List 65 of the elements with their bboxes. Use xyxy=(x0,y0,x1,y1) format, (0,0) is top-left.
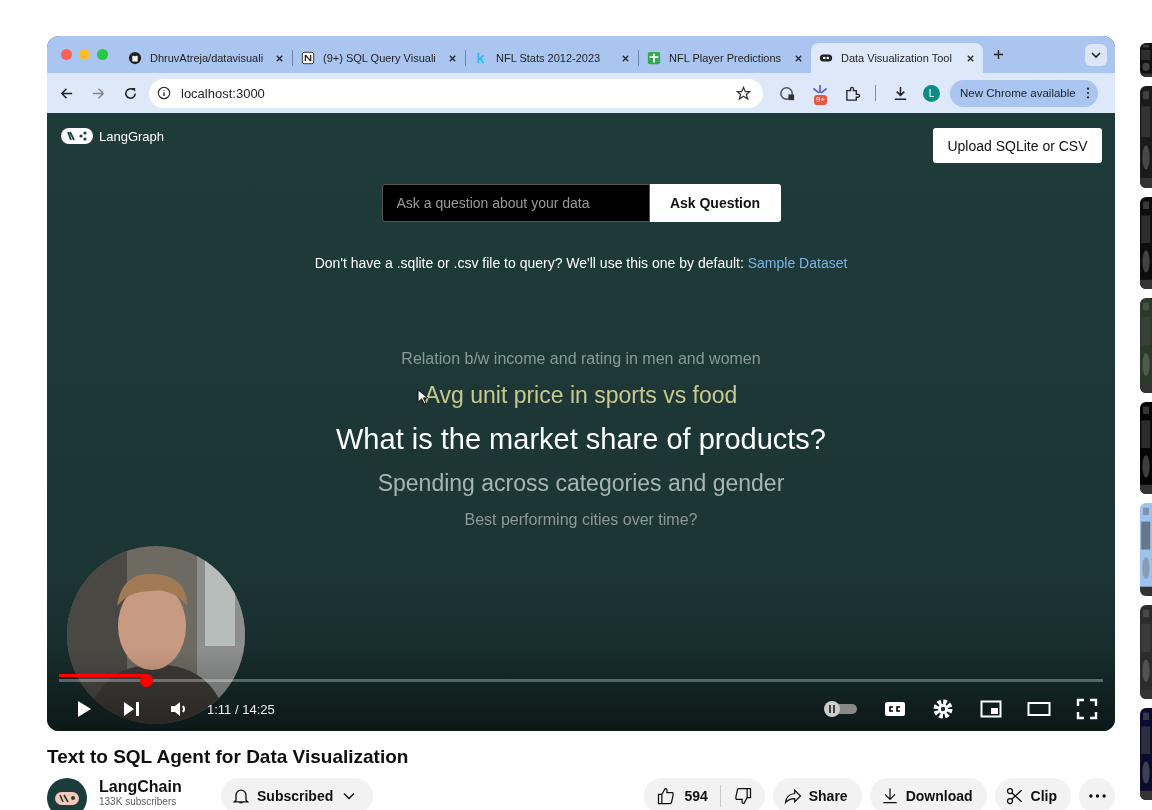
update-chrome-button[interactable]: New Chrome available xyxy=(950,79,1098,107)
browser-tab[interactable]: Data Visualization Tool xyxy=(811,43,983,73)
tab-title: NFL Player Predictions xyxy=(669,52,783,64)
puzzle-icon[interactable] xyxy=(844,84,861,102)
time-display: 1:11 / 14:25 xyxy=(207,701,275,717)
browser-tab[interactable]: (9+) SQL Query Visuali xyxy=(293,43,465,73)
logo-text: LangGraph xyxy=(99,128,165,144)
fullscreen-icon[interactable] xyxy=(1075,697,1099,721)
autoplay-toggle[interactable] xyxy=(823,700,859,718)
sample-dataset-link[interactable]: Sample Dataset xyxy=(747,255,848,271)
share-arrow-icon xyxy=(782,786,803,806)
tab-title: (9+) SQL Query Visuali xyxy=(323,52,437,64)
more-actions-button[interactable] xyxy=(1079,778,1115,810)
more-icon xyxy=(1088,794,1106,798)
lens-icon[interactable] xyxy=(779,84,796,102)
new-tab-icon[interactable] xyxy=(993,49,1004,60)
channel-name[interactable]: LangChain xyxy=(99,778,209,796)
browser-tab[interactable]: DhruvAtreja/datavisuali xyxy=(120,43,292,73)
suggested-question[interactable]: Best performing cities over time? xyxy=(464,511,698,529)
default-dataset-note: Don't have a .sqlite or .csv file to query? We'll use this one by default: xyxy=(314,255,744,271)
info-icon xyxy=(157,86,171,100)
spreadsheet-icon xyxy=(647,51,661,65)
thumbs-down-icon xyxy=(732,786,753,806)
scissors-icon xyxy=(1004,786,1025,806)
tab-title: Data Visualization Tool xyxy=(841,52,953,64)
video-player[interactable] xyxy=(47,36,1115,731)
profile-avatar[interactable]: L xyxy=(923,84,940,102)
thumbs-up-icon xyxy=(656,786,677,806)
address-bar[interactable]: localhost:3000 xyxy=(149,78,763,108)
clip-button[interactable]: Clip xyxy=(994,778,1071,810)
browser-tab[interactable]: NFL Player Predictions xyxy=(639,43,811,73)
like-button[interactable]: 594 xyxy=(644,778,720,810)
notification-badge: 9+ xyxy=(814,94,828,105)
subscriber-count: 133K subscribers xyxy=(99,796,178,807)
sparkle-icon[interactable] xyxy=(812,83,828,94)
suggested-question[interactable]: Spending across categories and gender xyxy=(377,470,785,497)
close-icon[interactable] xyxy=(966,53,975,63)
suggested-question[interactable]: What is the market share of products? xyxy=(336,423,826,456)
langgraph-logo-icon xyxy=(61,128,93,144)
notion-icon xyxy=(301,51,315,65)
download-icon[interactable] xyxy=(892,84,909,102)
tab-title: DhruvAtreja/datavisuali xyxy=(150,52,265,64)
reload-icon[interactable] xyxy=(123,85,138,101)
subscribed-button[interactable]: Subscribed xyxy=(221,778,374,810)
question-field[interactable]: Ask a question about your data xyxy=(381,184,650,222)
channel-avatar[interactable] xyxy=(47,778,87,810)
ask-question-button[interactable]: Ask Question xyxy=(649,184,781,222)
star-icon[interactable] xyxy=(736,85,751,101)
url-text: localhost:3000 xyxy=(181,85,266,101)
suggested-question[interactable]: Relation b/w income and rating in men and women xyxy=(401,350,761,368)
cat-icon xyxy=(128,51,142,65)
download-button[interactable]: Download xyxy=(869,778,987,810)
upload-button[interactable]: Upload SQLite or CSV xyxy=(933,128,1102,163)
close-icon[interactable] xyxy=(448,53,457,63)
tab-list-button[interactable] xyxy=(1085,43,1107,66)
close-icon[interactable] xyxy=(621,53,630,63)
close-icon[interactable] xyxy=(794,53,803,63)
settings-icon[interactable] xyxy=(931,697,955,721)
browser-tab[interactable]: NFL Stats 2012-2023 xyxy=(466,43,638,73)
tab-title: NFL Stats 2012-2023 xyxy=(496,52,602,64)
video-title: Text to SQL Agent for Data Visualization xyxy=(47,746,410,768)
share-button[interactable]: Share xyxy=(772,778,862,810)
close-icon[interactable] xyxy=(275,53,284,63)
more-icon xyxy=(1085,87,1090,99)
suggested-question[interactable]: Avg unit price in sports vs food xyxy=(424,382,738,409)
